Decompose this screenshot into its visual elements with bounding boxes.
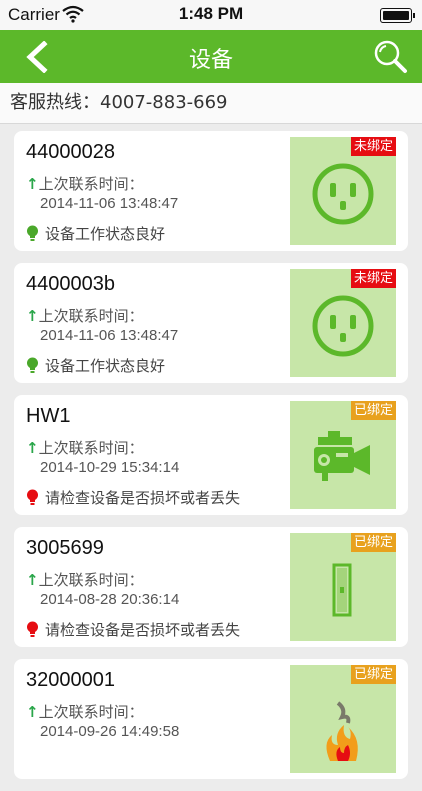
device-status: 请检查设备是否损坏或者丢失 xyxy=(26,619,240,640)
status-warning-bulb-icon xyxy=(27,621,38,637)
fire-smoke-icon xyxy=(326,701,358,761)
device-card[interactable]: 3005699 ↑上次联系时间： 2014-08-28 20:36:14 请检查设备是… xyxy=(14,527,408,647)
binding-badge: 已绑定 xyxy=(350,401,396,420)
status-bar: Carrier 1:48 PM xyxy=(0,0,422,30)
hotline-text: 客服热线：4007-883-669 xyxy=(10,92,228,113)
device-card[interactable]: 44000028 ↑上次联系时间： 2014-11-06 13:48:47 设备工作状… xyxy=(14,131,408,251)
device-status: 设备工作状态良好 xyxy=(26,355,165,376)
nav-bar: 设备 xyxy=(0,30,422,83)
socket-icon xyxy=(312,295,374,357)
last-contact-time: 2014-11-06 13:48:47 xyxy=(40,195,179,212)
camera-icon xyxy=(314,431,370,481)
up-arrow-icon: ↑ xyxy=(26,571,39,589)
device-name: 3005699 xyxy=(26,537,104,559)
last-contact-time: 2014-10-29 15:34:14 xyxy=(40,459,180,476)
device-name: HW1 xyxy=(26,405,71,427)
search-icon[interactable] xyxy=(372,38,408,74)
hotline-bar: 客服热线：4007-883-669 xyxy=(0,83,422,124)
status-ok-bulb-icon xyxy=(27,225,38,241)
up-arrow-icon: ↑ xyxy=(26,703,39,721)
device-thumbnail[interactable]: 已绑定 xyxy=(290,533,396,641)
device-status: 请检查设备是否损坏或者丢失 xyxy=(26,487,240,508)
last-contact-label: ↑上次联系时间： xyxy=(26,571,144,589)
last-contact-label: ↑上次联系时间： xyxy=(26,703,144,721)
device-list: 44000028 ↑上次联系时间： 2014-11-06 13:48:47 设备工作状… xyxy=(14,131,408,791)
device-thumbnail[interactable]: 未绑定 xyxy=(290,137,396,245)
last-contact-time: 2014-09-26 14:49:58 xyxy=(40,723,180,740)
status-ok-bulb-icon xyxy=(27,357,38,373)
binding-badge: 未绑定 xyxy=(350,137,396,156)
up-arrow-icon: ↑ xyxy=(26,307,39,325)
up-arrow-icon: ↑ xyxy=(26,439,39,457)
device-status: 设备工作状态良好 xyxy=(26,223,165,244)
device-card[interactable]: HW1 ↑上次联系时间： 2014-10-29 15:34:14 请检查设备是否损坏或… xyxy=(14,395,408,515)
last-contact-label: ↑上次联系时间： xyxy=(26,175,144,193)
device-card[interactable]: 32000001 ↑上次联系时间： 2014-09-26 14:49:58 已绑定 xyxy=(14,659,408,779)
device-name: 4400003b xyxy=(26,273,115,295)
device-thumbnail[interactable]: 已绑定 xyxy=(290,401,396,509)
device-card[interactable]: 4400003b ↑上次联系时间： 2014-11-06 13:48:47 设备工作状… xyxy=(14,263,408,383)
device-thumbnail[interactable]: 未绑定 xyxy=(290,269,396,377)
device-name: 32000001 xyxy=(26,669,115,691)
door-sensor-icon xyxy=(332,563,352,617)
binding-badge: 未绑定 xyxy=(350,269,396,288)
last-contact-label: ↑上次联系时间： xyxy=(26,439,144,457)
socket-icon xyxy=(312,163,374,225)
clock: 1:48 PM xyxy=(178,4,244,23)
last-contact-time: 2014-08-28 20:36:14 xyxy=(40,591,180,608)
status-warning-bulb-icon xyxy=(27,489,38,505)
page-title: 设备 xyxy=(188,48,233,73)
device-thumbnail[interactable]: 已绑定 xyxy=(290,665,396,773)
last-contact-label: ↑上次联系时间： xyxy=(26,307,144,325)
battery-icon xyxy=(380,8,415,23)
up-arrow-icon: ↑ xyxy=(26,175,39,193)
binding-badge: 已绑定 xyxy=(350,533,396,552)
last-contact-time: 2014-11-06 13:48:47 xyxy=(40,327,179,344)
device-name: 44000028 xyxy=(26,141,115,163)
binding-badge: 已绑定 xyxy=(350,665,396,684)
